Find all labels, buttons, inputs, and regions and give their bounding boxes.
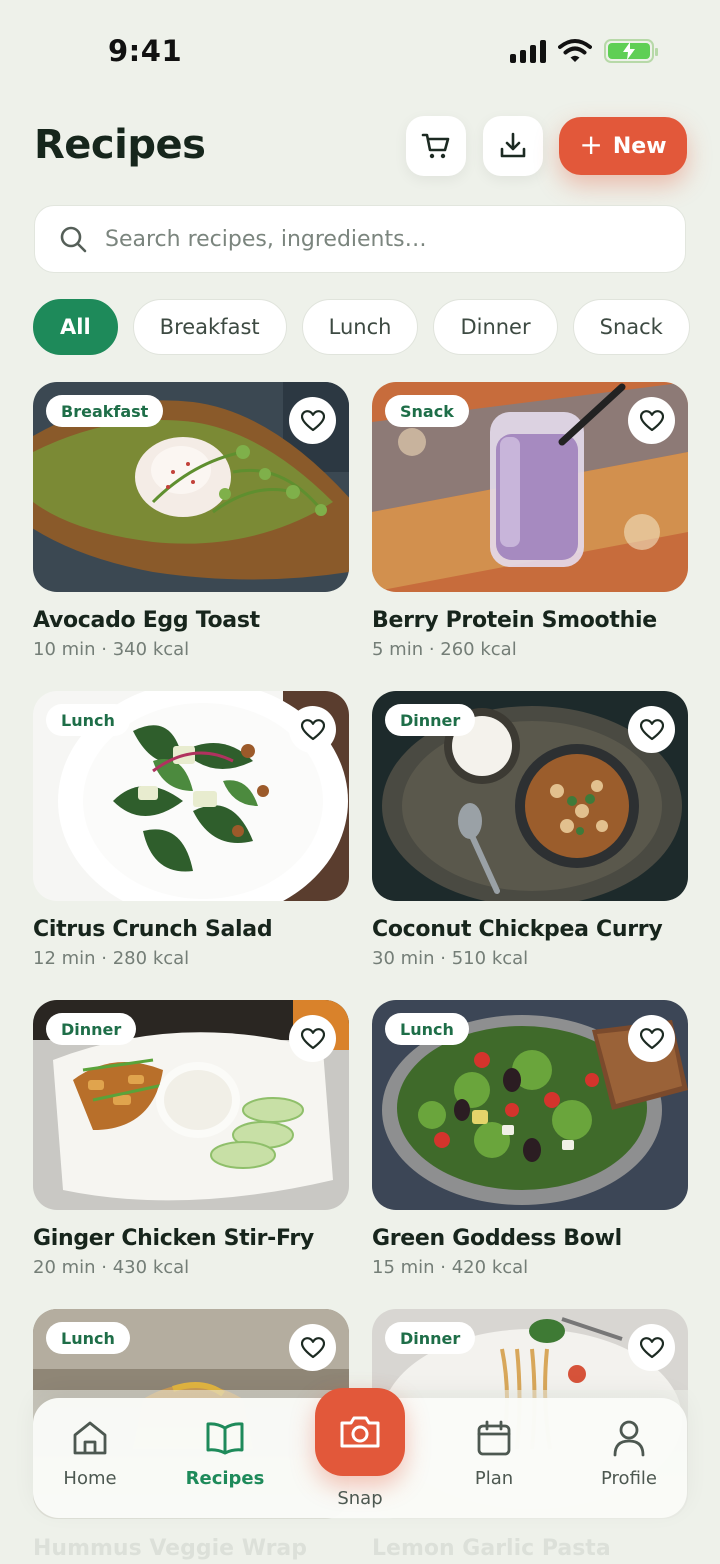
favorite-button[interactable]	[289, 706, 336, 753]
filter-chip-breakfast[interactable]: Breakfast	[132, 299, 287, 355]
recipe-tag: Breakfast	[46, 395, 164, 427]
recipe-image: Lunch	[372, 1000, 688, 1210]
bottom-tab-bar: Home Recipes Snap Plan Profile	[33, 1388, 687, 1518]
recipe-title: Avocado Egg Toast	[33, 608, 260, 633]
wifi-icon	[558, 39, 592, 62]
snap-camera-button[interactable]	[315, 1388, 405, 1476]
recipe-card[interactable]: Lunch Green Goddess Bowl 15 min · 420 kc…	[372, 1000, 688, 1278]
search-icon	[60, 226, 87, 253]
recipe-card[interactable]: Dinner Coconut Chickpea Curry 30 min · 5…	[372, 691, 688, 969]
search-input[interactable]	[105, 226, 645, 252]
recipe-meta: 5 min · 260 kcal	[372, 639, 517, 660]
heart-icon	[639, 718, 664, 740]
heart-icon	[300, 409, 325, 431]
recipe-title-faded: Hummus Veggie Wrap	[33, 1536, 308, 1561]
recipe-card[interactable]: Dinner Ginger Chicken Stir-Fry 20 min · …	[33, 1000, 349, 1278]
heart-icon	[639, 409, 664, 431]
recipe-tag: Lunch	[46, 1322, 130, 1354]
cart-button[interactable]	[406, 116, 466, 176]
recipe-tag: Dinner	[385, 1322, 476, 1354]
recipe-tag: Lunch	[385, 1013, 469, 1045]
filter-chip-lunch[interactable]: Lunch	[301, 299, 419, 355]
heart-icon	[639, 1027, 664, 1049]
favorite-button[interactable]	[628, 1324, 675, 1371]
camera-icon	[340, 1416, 380, 1448]
recipe-meta: 30 min · 510 kcal	[372, 948, 529, 969]
filter-chip-snack[interactable]: Snack	[572, 299, 690, 355]
recipe-title: Coconut Chickpea Curry	[372, 917, 663, 942]
status-bar: 9:41	[0, 0, 720, 100]
recipe-tag: Dinner	[46, 1013, 137, 1045]
favorite-button[interactable]	[628, 397, 675, 444]
heart-icon	[300, 1027, 325, 1049]
tab-profile[interactable]: Profile	[574, 1416, 684, 1489]
download-icon	[500, 132, 526, 158]
recipe-meta: 15 min · 420 kcal	[372, 1257, 529, 1278]
favorite-button[interactable]	[628, 1015, 675, 1062]
status-icons	[510, 38, 658, 64]
heart-icon	[300, 1336, 325, 1358]
favorite-button[interactable]	[628, 706, 675, 753]
tab-profile-label: Profile	[601, 1468, 657, 1489]
snap-label: Snap	[337, 1488, 383, 1509]
recipe-title: Ginger Chicken Stir-Fry	[33, 1226, 314, 1251]
filter-chip-dinner[interactable]: Dinner	[433, 299, 558, 355]
tab-recipes[interactable]: Recipes	[170, 1416, 280, 1489]
status-time: 9:41	[108, 34, 183, 68]
cellular-signal-icon	[510, 39, 546, 63]
recipe-meta: 20 min · 430 kcal	[33, 1257, 190, 1278]
search-bar	[34, 205, 686, 273]
recipe-image: Lunch	[33, 691, 349, 901]
heart-icon	[300, 718, 325, 740]
tab-plan-label: Plan	[474, 1468, 514, 1489]
book-icon	[206, 1422, 244, 1455]
new-button-label: New	[612, 133, 667, 159]
recipe-title: Berry Protein Smoothie	[372, 608, 657, 633]
recipe-title: Citrus Crunch Salad	[33, 917, 273, 942]
calendar-icon	[477, 1420, 511, 1456]
page-title: Recipes	[34, 122, 206, 168]
home-icon	[73, 1421, 107, 1455]
cart-icon	[421, 133, 450, 159]
recipe-image: Dinner	[372, 691, 688, 901]
download-button[interactable]	[483, 116, 543, 176]
filter-chip-all[interactable]: All	[33, 299, 118, 355]
recipe-card[interactable]: Snack Berry Protein Smoothie 5 min · 260…	[372, 382, 688, 660]
favorite-button[interactable]	[289, 1015, 336, 1062]
profile-icon	[613, 1420, 645, 1457]
recipe-image: Dinner	[33, 1000, 349, 1210]
favorite-button[interactable]	[289, 1324, 336, 1371]
recipe-tag: Dinner	[385, 704, 476, 736]
recipe-tag: Snack	[385, 395, 469, 427]
recipe-title-faded: Lemon Garlic Pasta	[372, 1536, 611, 1561]
favorite-button[interactable]	[289, 397, 336, 444]
heart-icon	[639, 1336, 664, 1358]
recipe-meta: 12 min · 280 kcal	[33, 948, 190, 969]
recipe-title: Green Goddess Bowl	[372, 1226, 622, 1251]
recipe-tag: Lunch	[46, 704, 130, 736]
new-recipe-button[interactable]: + New	[559, 117, 687, 175]
recipe-card[interactable]: Breakfast Avocado Egg Toast 10 min · 340…	[33, 382, 349, 660]
category-filters: All Breakfast Lunch Dinner Snack	[33, 299, 690, 355]
battery-icon	[604, 39, 658, 63]
recipe-meta: 10 min · 340 kcal	[33, 639, 190, 660]
recipe-image: Breakfast	[33, 382, 349, 592]
recipe-image: Snack	[372, 382, 688, 592]
tab-plan[interactable]: Plan	[439, 1416, 549, 1489]
tab-home-label: Home	[63, 1468, 117, 1489]
tab-recipes-label: Recipes	[185, 1468, 265, 1489]
recipe-card[interactable]: Lunch Citrus Crunch Salad 12 min · 280 k…	[33, 691, 349, 969]
tab-home[interactable]: Home	[35, 1416, 145, 1489]
header: Recipes + New	[0, 110, 720, 184]
plus-icon: +	[579, 127, 603, 161]
